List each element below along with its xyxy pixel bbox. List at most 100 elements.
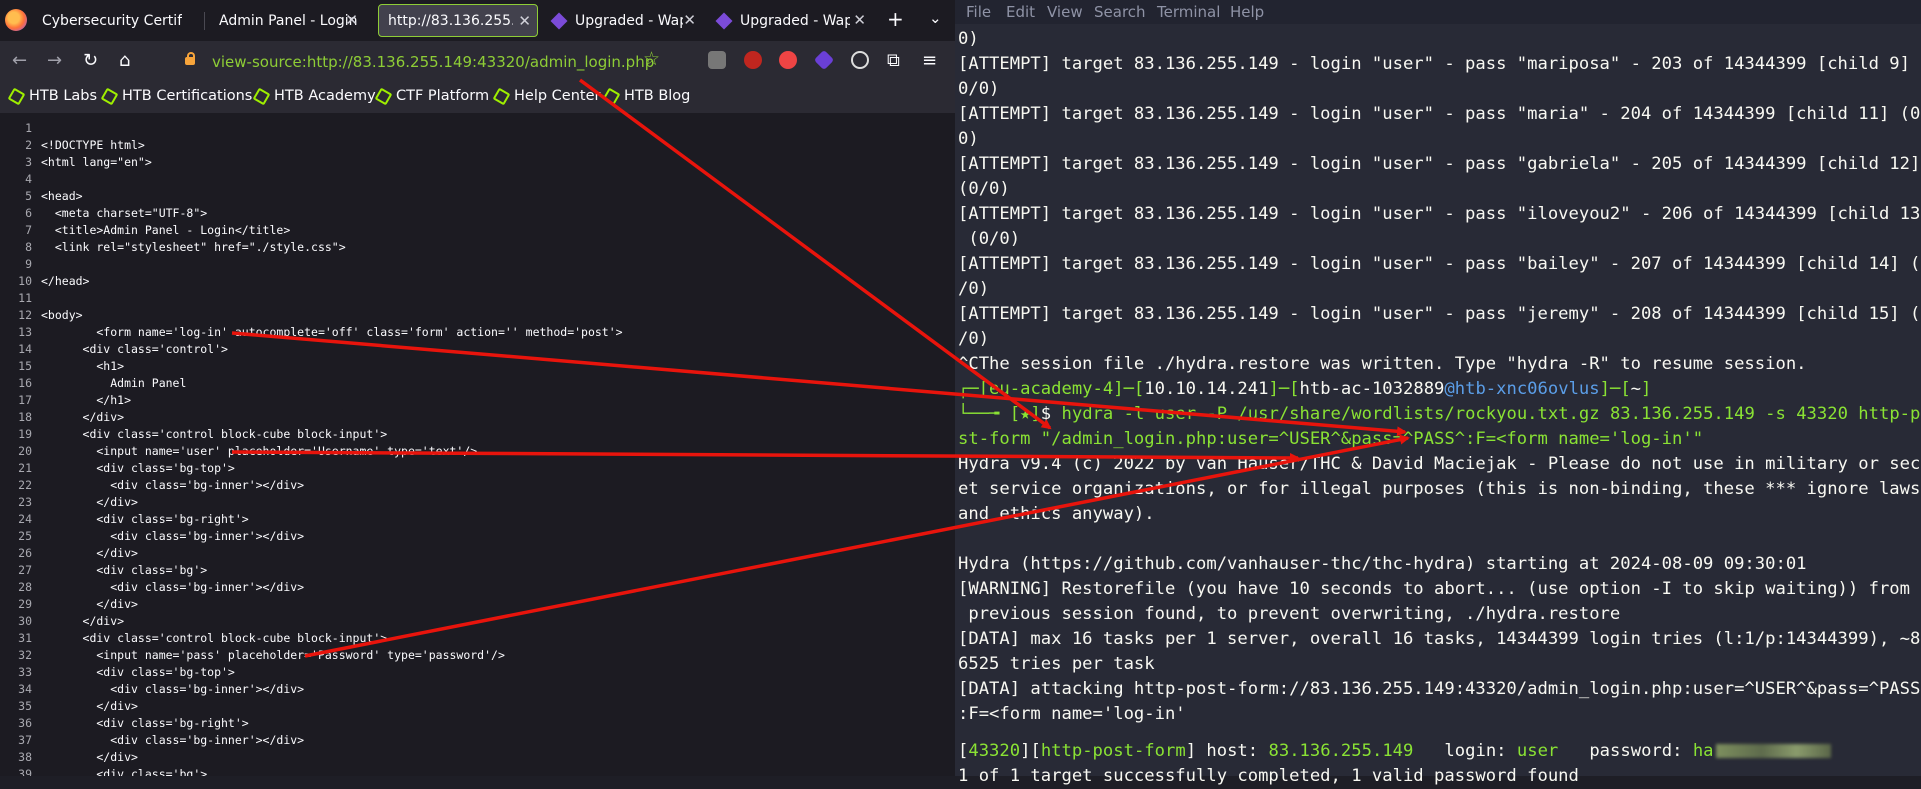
forward-icon[interactable]: → [47,50,62,71]
puzzle-icon[interactable]: ⧉ [887,50,900,71]
reload-icon[interactable]: ↻ [83,50,98,71]
terminal-line: 0/0) [958,79,1000,99]
menu-view[interactable]: View [1047,3,1083,21]
line-number: 23 [18,495,32,509]
tab-cybersecurity[interactable]: Cybersecurity Certif [42,4,182,37]
source-code: <div class='bg-inner'></div> [41,682,305,696]
source-line: 31 <div class='control block-cube block-… [0,630,387,647]
source-line: 36 <div class='bg-right'> [0,715,249,732]
tab-label: http://83.136.255.14 [388,12,513,29]
menu-file[interactable]: File [966,3,991,21]
terminal-window: File Edit View Search Terminal Help 0) [A… [955,0,1921,786]
bookmark-label: CTF Platform [396,88,490,104]
source-code: <div class='bg-inner'></div> [41,733,305,747]
menu-icon[interactable]: ≡ [922,50,937,71]
bookmark-label: HTB Academy [274,88,376,104]
source-line: 34 <div class='bg-inner'></div> [0,681,304,698]
bookmark-help-center[interactable]: Help Center [492,87,601,105]
source-code: <div class='bg'> [41,563,208,577]
back-icon[interactable]: ← [12,50,27,71]
source-code: <div class='control block-cube block-inp… [41,427,388,441]
line-number: 22 [18,478,32,492]
terminal-line: [ATTEMPT] target 83.136.255.149 - login … [958,54,1921,74]
close-icon[interactable]: ✕ [683,11,696,29]
source-line: 35 </div> [0,698,138,715]
bookmark-ctf-platform[interactable]: CTF Platform [374,87,490,105]
tab-admin-panel[interactable]: Admin Panel - Login ✕ [219,4,364,37]
source-line: 19 <div class='control block-cube block-… [0,426,387,443]
line-number: 1 [25,121,32,135]
terminal-line: [ATTEMPT] target 83.136.255.149 - login … [958,254,1921,274]
bookmark-htb-academy[interactable]: HTB Academy [252,87,376,105]
home-icon[interactable]: ⌂ [119,50,130,71]
source-code: <meta charset="UTF-8"> [41,206,208,220]
bookmark-htb-blog[interactable]: HTB Blog [602,87,690,105]
source-line: 2 <!DOCTYPE html> [0,137,145,154]
line-number: 36 [18,716,32,730]
close-icon[interactable]: ✕ [345,11,358,29]
tab-label: Upgraded - Wap [575,12,683,29]
output-line: et service organizations, or for illegal… [958,479,1921,499]
terminal-line: 0) [958,129,979,149]
output-line: previous session found, to prevent overw… [958,604,1621,624]
output-line: [DATA] max 16 tasks per 1 server, overal… [958,629,1921,649]
bookmark-htb-certifications[interactable]: HTB Certifications [100,87,252,105]
prompt-user: eu-academy-4 [989,379,1114,399]
source-line: 14 <div class='control'> [0,341,228,358]
source-code: </div> [41,699,138,713]
result-module: http-post-form [1040,741,1186,761]
extension-icon[interactable] [851,51,869,69]
menu-terminal[interactable]: Terminal [1157,3,1220,21]
source-code: <body> [41,308,83,322]
htb-icon [492,87,511,105]
tab-wappalyzer-1[interactable]: Upgraded - Wap ✕ [547,4,702,37]
menu-edit[interactable]: Edit [1006,3,1035,21]
new-tab-button[interactable]: + [887,7,904,31]
line-number: 37 [18,733,32,747]
line-number: 28 [18,580,32,594]
close-icon[interactable]: ✕ [518,12,531,30]
bookmark-label: Help Center [514,88,601,104]
source-code: Admin Panel [41,376,187,390]
hydra-command-cont: st-form "/admin_login.php:user=^USER^&pa… [958,429,1704,449]
wappalyzer-icon[interactable] [813,49,835,71]
source-code: <div class='bg-right'> [41,512,249,526]
bookmark-htb-labs[interactable]: HTB Labs [7,87,97,105]
line-number: 14 [18,342,32,356]
line-number: 19 [18,427,32,441]
source-line: 8 <link rel="stylesheet" href="./style.c… [0,239,346,256]
bookmark-star-icon[interactable]: ☆ [643,48,660,70]
command-line-cont: st-form "/admin_login.php:user=^USER^&pa… [958,427,1918,452]
source-line: 24 <div class='bg-right'> [0,511,249,528]
result-port: 43320 [968,741,1021,761]
login-label: login: [1444,741,1507,761]
extension-icon[interactable] [779,51,797,69]
source-code: <div class='control'> [41,342,228,356]
browser-window: Cybersecurity Certif Admin Panel - Login… [0,0,955,776]
source-line: 32 <input name='pass' placeholder='Passw… [0,647,505,664]
url-bar[interactable]: view-source:http://83.136.255.149:43320/… [155,47,675,77]
line-number: 27 [18,563,32,577]
firefox-icon[interactable] [5,9,27,31]
close-icon[interactable]: ✕ [853,11,866,29]
menu-search[interactable]: Search [1094,3,1146,21]
tab-wappalyzer-2[interactable]: Upgraded - Wap ✕ [712,4,872,37]
tab-label: Cybersecurity Certif [42,12,182,29]
source-code: <div class='bg-right'> [41,716,249,730]
line-number: 24 [18,512,32,526]
prompt-host: htb-xnc06ovlus [1454,379,1600,399]
output-line: and ethics anyway). [958,504,1155,524]
tab-list-button[interactable]: ⌄ [929,9,942,27]
line-number: 5 [25,189,32,203]
tab-view-source[interactable]: http://83.136.255.14 ✕ [378,4,538,37]
screen: Cybersecurity Certif Admin Panel - Login… [0,0,1921,786]
line-number: 25 [18,529,32,543]
output-line: Hydra (https://github.com/vanhauser-thc/… [958,554,1807,574]
line-number: 4 [25,172,32,186]
ublock-icon[interactable] [744,51,762,69]
menu-help[interactable]: Help [1230,3,1264,21]
line-number: 15 [18,359,32,373]
wappalyzer-icon [715,12,733,29]
extension-icon[interactable] [708,51,726,69]
